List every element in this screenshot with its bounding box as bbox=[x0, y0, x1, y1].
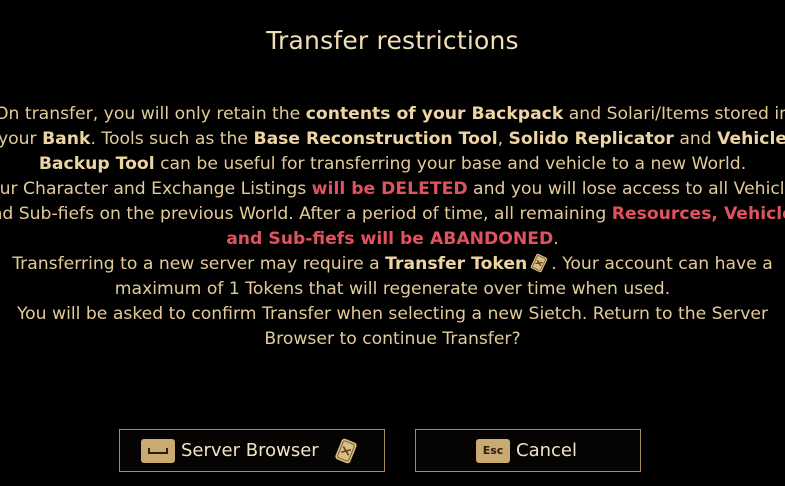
text-segment: and bbox=[673, 129, 718, 149]
highlight-transfer-token: Transfer Token bbox=[385, 254, 528, 274]
server-browser-label: Server Browser bbox=[181, 440, 319, 461]
spacebar-glyph-icon bbox=[148, 447, 168, 454]
cancel-label: Cancel bbox=[516, 440, 577, 461]
highlight-backpack: contents of your Backpack bbox=[305, 104, 564, 124]
text-segment: Transferring to a new server may require… bbox=[12, 254, 386, 274]
paragraph-deleted: Your Character and Exchange Listings wil… bbox=[0, 179, 785, 249]
dialog-top-chevron-icon bbox=[364, 0, 398, 14]
transfer-token-icon bbox=[335, 438, 357, 463]
highlight-solido: Solido Replicator bbox=[508, 129, 674, 149]
warning-deleted: will be DELETED bbox=[311, 179, 468, 199]
text-segment: . bbox=[553, 229, 559, 249]
paragraph-confirm: You will be asked to confirm Transfer wh… bbox=[16, 304, 769, 349]
text-segment: Your Character and Exchange Listings bbox=[0, 179, 312, 199]
esc-key-icon: Esc bbox=[476, 438, 510, 463]
spacebar-key-icon bbox=[141, 438, 175, 463]
transfer-token-icon bbox=[531, 253, 548, 273]
text-segment: . Tools such as the bbox=[90, 129, 254, 149]
text-segment: can be useful for transferring your base… bbox=[154, 154, 747, 174]
paragraph-token: Transferring to a new server may require… bbox=[12, 253, 773, 299]
paragraph-retain: On transfer, you will only retain the co… bbox=[0, 104, 785, 174]
dialog-body: On transfer, you will only retain the co… bbox=[0, 102, 785, 352]
highlight-base-tool: Base Reconstruction Tool bbox=[253, 129, 498, 149]
text-segment: , bbox=[497, 129, 509, 149]
highlight-bank: Bank bbox=[42, 129, 91, 149]
cancel-button[interactable]: Esc Cancel bbox=[415, 429, 641, 472]
server-browser-button[interactable]: Server Browser bbox=[119, 429, 385, 472]
dialog-title: Transfer restrictions bbox=[266, 26, 519, 55]
text-segment: On transfer, you will only retain the bbox=[0, 104, 306, 124]
